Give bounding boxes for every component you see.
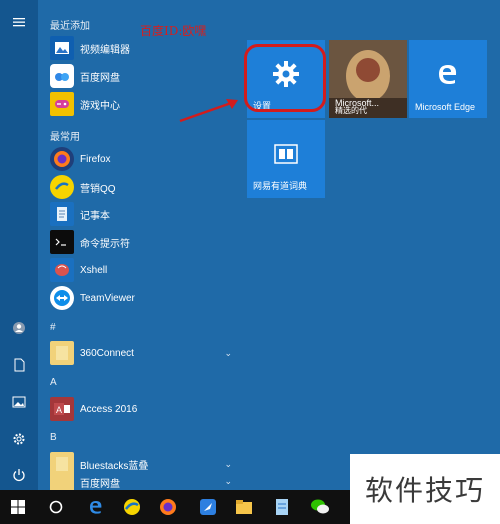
folder-icon [50,341,74,365]
taskbar-notepad[interactable] [264,490,300,524]
power-button[interactable] [0,459,38,491]
folder-360connect[interactable]: 360Connect ⌄ [38,339,238,367]
hamburger-menu-button[interactable] [0,6,38,38]
wechat-icon [311,499,329,514]
picture-icon [12,396,26,408]
section-recently-added: 最近添加 [50,21,90,32]
feather-app-icon [200,499,216,515]
annotation-baidu-id: 百度ID:欧嘿 [140,24,207,38]
chevron-down-icon[interactable]: ⌄ [224,476,232,487]
tile-youdao-dictionary[interactable]: 网易有道词典 [247,120,325,198]
folder-icon [236,500,252,514]
dictionary-icon [274,144,298,164]
app-teamviewer[interactable]: TeamViewer [38,284,238,312]
settings-rail-button[interactable] [0,423,38,455]
firefox-icon [50,147,74,171]
taskbar-file-explorer[interactable] [226,490,262,524]
documents-button[interactable] [0,349,38,381]
app-command-prompt[interactable]: 命令提示符 [38,228,238,256]
app-notepad[interactable]: 记事本 [38,200,238,228]
app-marketing-qq[interactable]: 营销QQ [38,173,238,201]
user-icon [13,322,25,334]
tile-photos-microsoft[interactable]: Microsoft... 精选的代 [329,40,407,118]
taskbar-edge[interactable] [78,490,114,524]
taskbar-wechat[interactable] [302,490,338,524]
folder-icon [50,452,74,476]
game-controller-icon [50,92,74,116]
tile-microsoft-edge[interactable]: Microsoft Edge [409,40,487,118]
start-left-rail [0,0,38,490]
power-icon [13,469,25,482]
app-list: 最近添加 视频编辑器 百度网盘 游戏中心 最常用 Firefox 营销QQ 记事… [38,0,238,490]
firefox-icon [160,499,176,515]
section-a[interactable]: A [50,377,57,388]
search-button[interactable] [38,490,74,524]
access-icon: A [50,397,74,421]
chevron-down-icon[interactable]: ⌄ [224,459,232,470]
app-access-2016[interactable]: A Access 2016 [38,395,238,423]
svg-text:A: A [56,405,62,415]
qq-icon [124,499,140,515]
document-icon [14,358,25,372]
edge-icon [439,65,457,84]
section-b[interactable]: B [50,432,57,443]
app-video-editor[interactable]: 视频编辑器 [38,34,238,62]
pictures-button[interactable] [0,386,38,418]
gear-icon [13,433,25,445]
hamburger-icon [13,18,25,27]
windows-logo-icon [11,500,25,514]
start-button[interactable] [0,490,36,524]
chevron-down-icon[interactable]: ⌄ [224,348,232,359]
section-most-used: 最常用 [50,132,80,143]
teamviewer-icon [50,286,74,310]
terminal-icon [50,230,74,254]
annotation-highlight-circle [244,44,326,112]
app-xshell[interactable]: Xshell [38,256,238,284]
edge-icon [90,501,102,514]
section-hash[interactable]: # [50,322,56,333]
cortana-circle-icon [49,500,63,514]
notepad-icon [50,202,74,226]
folder-icon [50,474,74,490]
folder-baidu-netdisk[interactable]: 百度网盘 ⌄ [38,474,238,490]
video-editor-icon [50,36,74,60]
qq-icon [50,175,74,199]
user-account-button[interactable] [0,312,38,344]
watermark-software-tips: 软件技巧 [350,454,500,524]
baidu-cloud-icon [50,64,74,88]
taskbar-qq[interactable] [114,490,150,524]
xshell-icon [50,258,74,282]
taskbar-firefox[interactable] [150,490,186,524]
taskbar-feather-app[interactable] [190,490,226,524]
app-baidu-netdisk[interactable]: 百度网盘 [38,62,238,90]
notepad-icon [276,499,288,515]
annotation-arrow-icon [179,99,238,123]
app-firefox[interactable]: Firefox [38,145,238,173]
